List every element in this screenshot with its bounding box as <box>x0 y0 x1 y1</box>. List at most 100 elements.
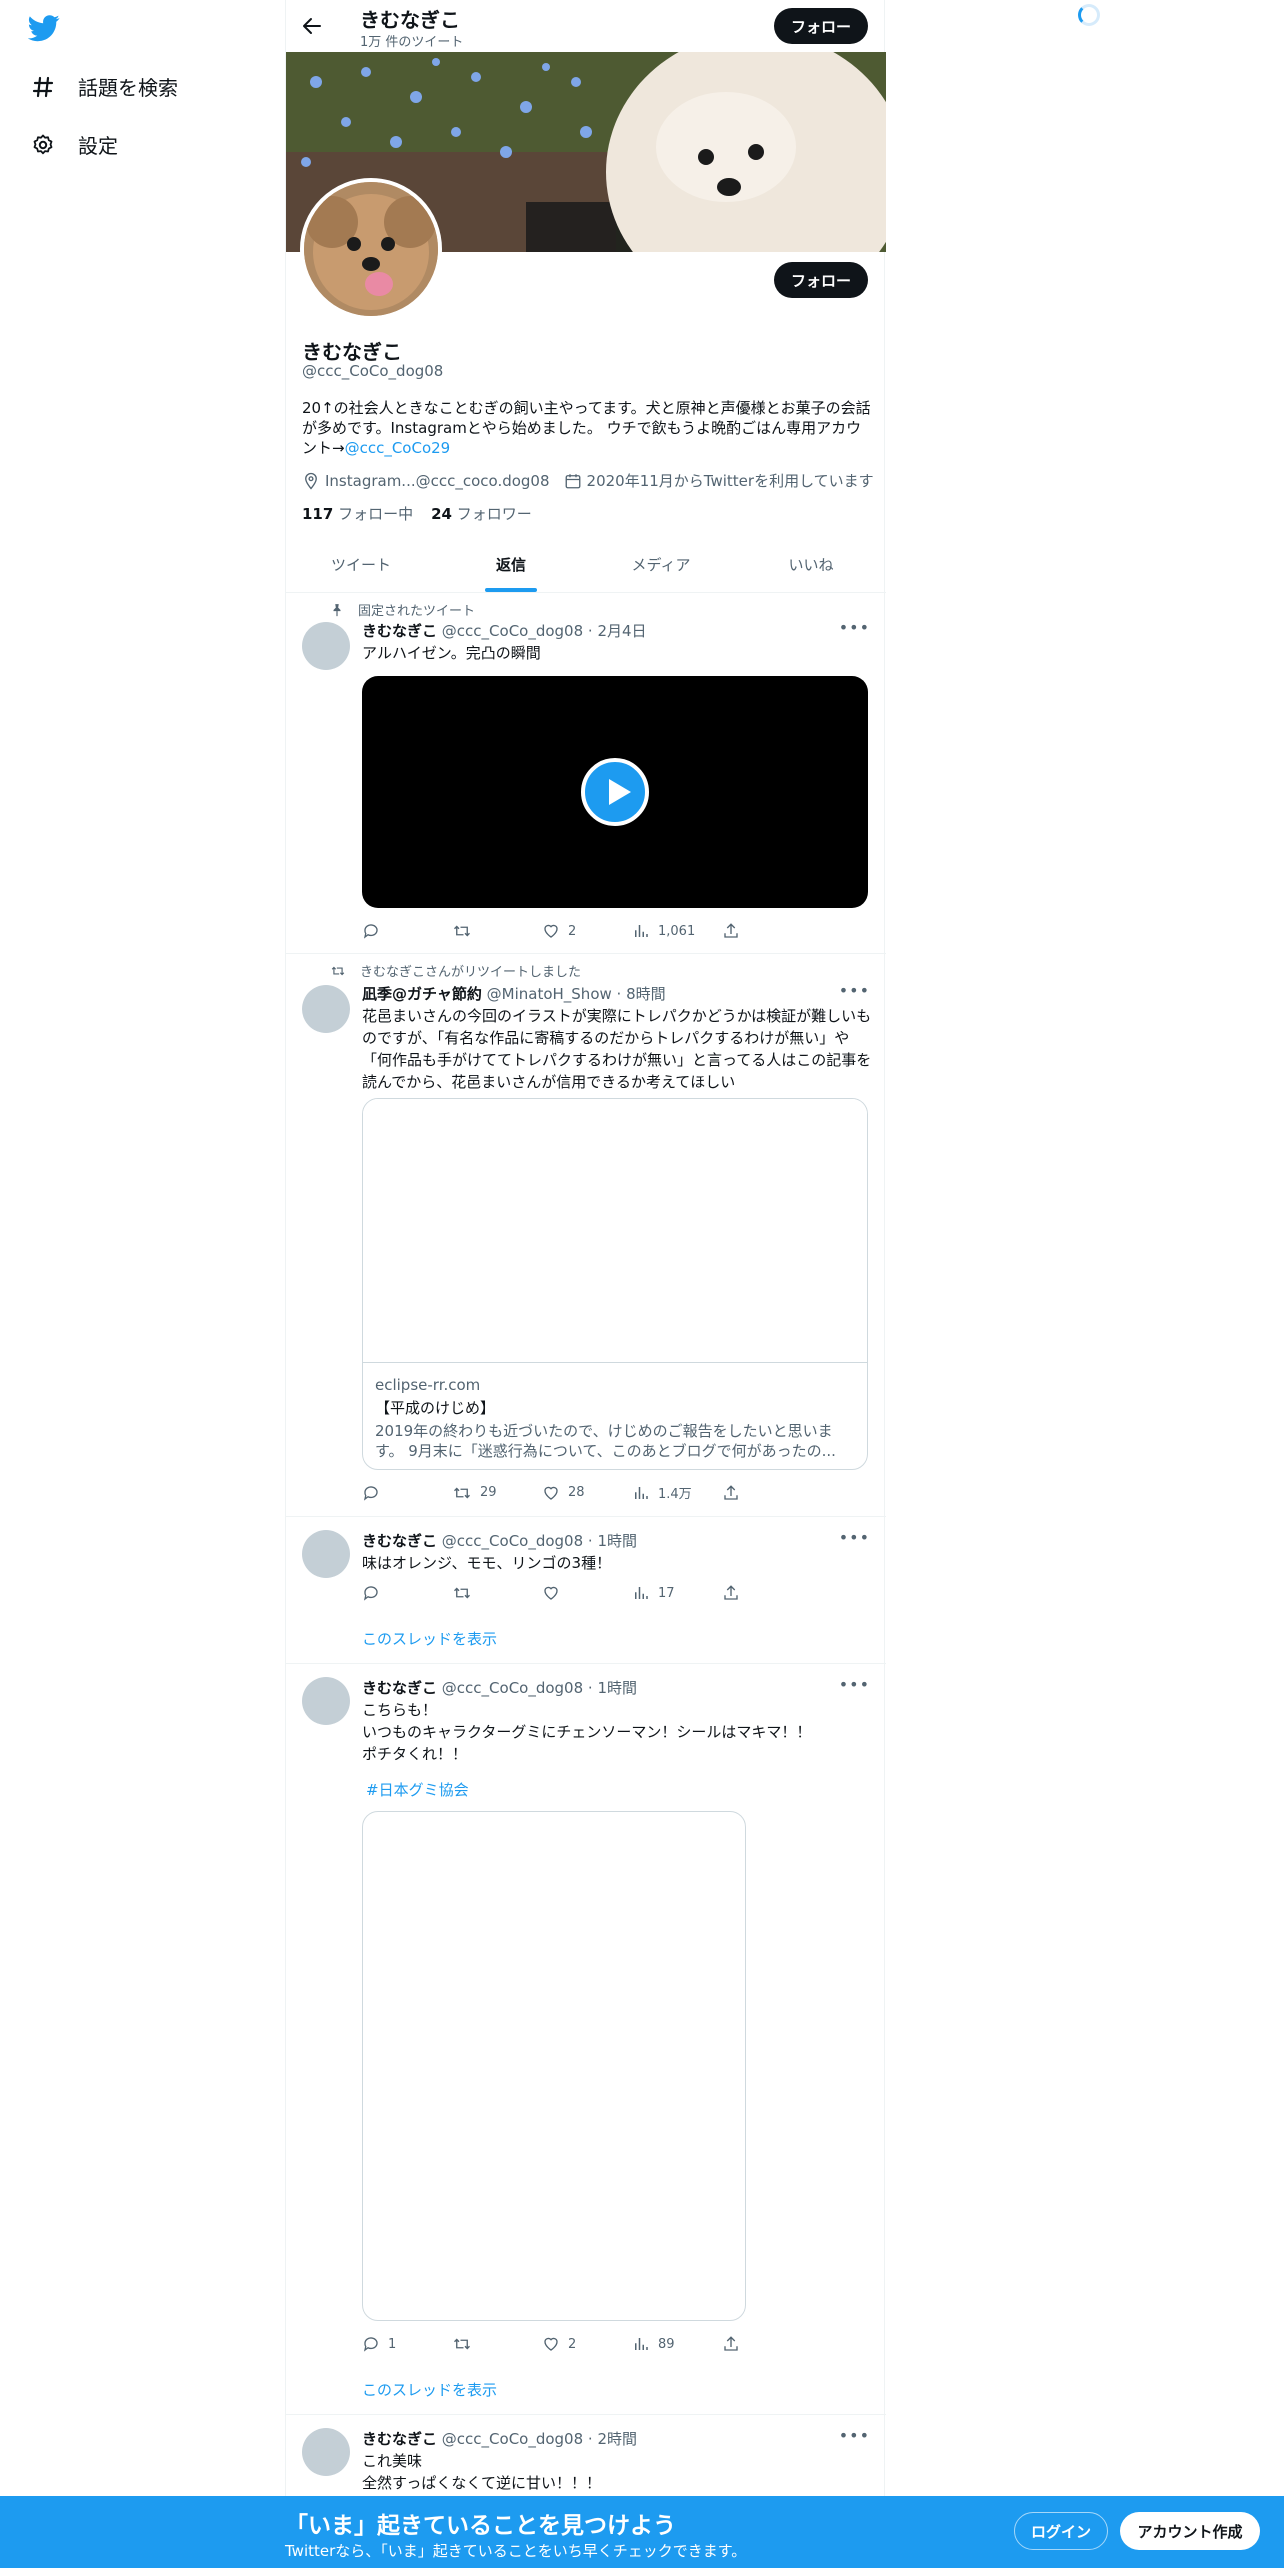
heart-icon <box>544 1586 558 1600</box>
more-options-icon[interactable]: ••• <box>839 618 870 637</box>
views-button[interactable]: 1,061 <box>632 922 722 940</box>
back-arrow-icon[interactable] <box>300 14 324 38</box>
tweet-context-text: 固定されたツイート <box>358 604 476 619</box>
pin-icon <box>333 603 341 616</box>
tweet-time[interactable]: 8時間 <box>626 985 666 1003</box>
profile-avatar[interactable] <box>300 178 442 320</box>
nav-explore[interactable]: 話題を検索 <box>30 72 178 101</box>
share-button[interactable] <box>722 1584 740 1602</box>
tab-tweets[interactable]: ツイート <box>286 537 436 592</box>
more-options-icon[interactable]: ••• <box>839 1675 870 1694</box>
header-name: きむなぎこ <box>360 8 460 32</box>
views-button[interactable]: 17 <box>632 1584 722 1602</box>
like-button[interactable]: 2 <box>542 922 632 940</box>
play-icon[interactable] <box>581 758 649 826</box>
retweet-button[interactable] <box>452 922 542 940</box>
avatar[interactable] <box>302 2428 350 2476</box>
hashtag-link[interactable]: #日本グミ協会 <box>362 1779 872 1801</box>
retweet-icon <box>454 1587 470 1599</box>
share-button[interactable] <box>722 2335 740 2353</box>
reply-button[interactable] <box>362 1483 452 1502</box>
reply-button[interactable]: 1 <box>362 2335 452 2353</box>
reply-icon <box>363 2337 378 2352</box>
heart-icon <box>544 924 558 938</box>
like-button[interactable]: 2 <box>542 2335 632 2353</box>
link-card[interactable]: eclipse-rr.com 【平成のけじめ】 2019年の終わりも近づいたので… <box>362 1098 868 1470</box>
tweet-time[interactable]: 2時間 <box>597 2430 637 2448</box>
avatar[interactable] <box>302 1530 350 1578</box>
avatar[interactable] <box>302 985 350 1033</box>
following-label: フォロー中 <box>338 505 414 523</box>
tweet-item[interactable]: 固定されたツイート きむなぎこ @ccc_CoCo_dog08 · 2月4日 •… <box>286 594 886 954</box>
reply-button[interactable] <box>362 922 452 940</box>
share-button[interactable] <box>722 1483 740 1502</box>
signup-banner: 「いま」起きていることを見つけよう Twitterなら、「いま」起きていることを… <box>0 2496 1284 2568</box>
tweet-author-handle: @ccc_CoCo_dog08 <box>441 1532 584 1550</box>
reply-icon <box>363 1586 378 1601</box>
tweet-video[interactable] <box>362 676 868 908</box>
tweet-author-name[interactable]: 凪季@ガチャ節約 <box>362 985 482 1003</box>
retweet-button[interactable] <box>452 1584 542 1602</box>
more-options-icon[interactable]: ••• <box>839 2426 870 2445</box>
tweet-item[interactable]: きむなぎこ @ccc_CoCo_dog08 · 1時間 ••• 味はオレンジ、モ… <box>286 1518 886 1664</box>
tweet-context-text[interactable]: きむなぎこさんがリツイートしました <box>360 961 581 980</box>
tab-media[interactable]: メディア <box>586 537 736 592</box>
reply-icon <box>363 924 378 939</box>
show-thread-link[interactable]: このスレッドを表示 <box>362 1628 497 1649</box>
twitter-logo-icon[interactable] <box>28 12 60 44</box>
tweet-header: 凪季@ガチャ節約 @MinatoH_Show · 8時間 <box>362 985 666 1003</box>
link-card-domain: eclipse-rr.com <box>375 1376 481 1394</box>
views-chart-icon <box>635 1486 648 1499</box>
following-link[interactable]: 117 フォロー中 <box>302 503 413 524</box>
followers-label: フォロワー <box>456 505 532 523</box>
header-tweet-count: 1万 件のツイート <box>360 35 464 50</box>
views-button[interactable]: 89 <box>632 2335 722 2353</box>
avatar[interactable] <box>302 1677 350 1725</box>
tweet-author-name[interactable]: きむなぎこ <box>362 1532 437 1550</box>
create-account-button[interactable]: アカウント作成 <box>1120 2512 1260 2550</box>
followers-link[interactable]: 24 フォロワー <box>431 503 532 524</box>
tweet-author-name[interactable]: きむなぎこ <box>362 2430 437 2448</box>
following-count: 117 <box>302 505 334 523</box>
tweet-text: 花邑まいさんの今回のイラストが実際にトレパクかどうかは検証が難しいものですが、「… <box>362 1007 872 1091</box>
tab-replies-label: 返信 <box>495 556 526 574</box>
retweet-button[interactable] <box>452 2335 542 2353</box>
reply-button[interactable] <box>362 1584 452 1602</box>
retweet-button[interactable]: 29 <box>452 1483 542 1502</box>
like-button[interactable] <box>542 1584 632 1602</box>
tweet-time[interactable]: 1時間 <box>597 1532 637 1550</box>
show-thread-link[interactable]: このスレッドを表示 <box>362 2379 497 2400</box>
gear-icon <box>30 132 56 158</box>
header-follow-button[interactable]: フォロー <box>774 8 868 44</box>
tweet-time[interactable]: 1時間 <box>597 1679 637 1697</box>
more-options-icon[interactable]: ••• <box>839 981 870 1000</box>
view-count: 17 <box>658 1585 675 1601</box>
tweet-author-name[interactable]: きむなぎこ <box>362 622 437 640</box>
tweet-item[interactable]: きむなぎこ @ccc_CoCo_dog08 · 1時間 ••• こちらも！ いつ… <box>286 1665 886 2415</box>
avatar[interactable] <box>302 622 350 670</box>
views-button[interactable]: 1.4万 <box>632 1483 722 1502</box>
tab-likes-label: いいね <box>788 556 834 574</box>
tab-replies[interactable]: 返信 <box>436 537 586 592</box>
share-icon <box>724 2336 738 2351</box>
profile-follow-button[interactable]: フォロー <box>774 262 868 298</box>
more-options-icon[interactable]: ••• <box>839 1528 870 1547</box>
like-count: 28 <box>568 1485 585 1500</box>
tweet-item[interactable]: きむなぎこさんがリツイートしました 凪季@ガチャ節約 @MinatoH_Show… <box>286 955 886 1517</box>
like-button[interactable]: 28 <box>542 1483 632 1502</box>
tweet-context: 固定されたツイート <box>330 600 475 619</box>
tweet-actions: 29 28 1.4万 <box>362 1483 792 1502</box>
profile-bio-link[interactable]: @ccc_CoCo29 <box>345 439 451 457</box>
tweet-time[interactable]: 2月4日 <box>597 622 646 640</box>
login-button[interactable]: ログイン <box>1014 2512 1108 2550</box>
share-button[interactable] <box>722 922 740 940</box>
nav-settings[interactable]: 設定 <box>30 130 118 159</box>
tweet-media[interactable] <box>362 1811 746 2321</box>
heart-icon <box>544 1486 558 1500</box>
profile-name: きむなぎこ <box>302 340 402 364</box>
profile-location-text: Instagram...@ccc_coco.dog08 <box>325 471 550 490</box>
profile-meta: Instagram...@ccc_coco.dog08 2020年11月からTw… <box>302 470 874 491</box>
tweet-author-handle: @ccc_CoCo_dog08 <box>441 1679 584 1697</box>
tab-likes[interactable]: いいね <box>736 537 886 592</box>
tweet-author-name[interactable]: きむなぎこ <box>362 1679 437 1697</box>
